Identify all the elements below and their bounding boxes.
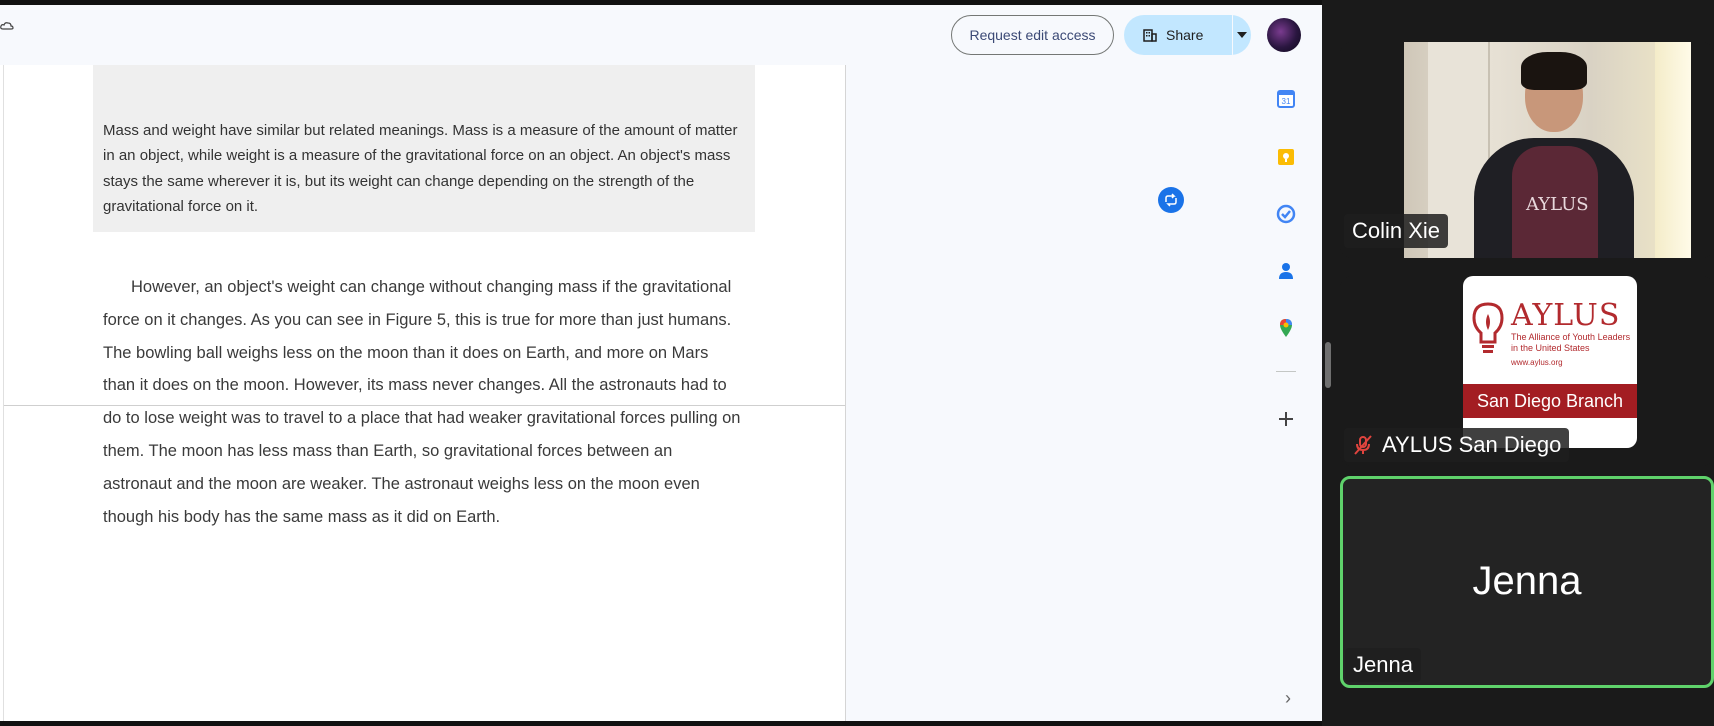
aylus-logo-url: www.aylus.org — [1511, 358, 1563, 367]
participant-tile-colin[interactable]: AYLUS Colin Xie — [1340, 42, 1714, 258]
shirt-print: AYLUS — [1526, 194, 1589, 215]
participant-name: Colin Xie — [1352, 218, 1441, 243]
calendar-icon[interactable]: 31 — [1274, 87, 1298, 111]
document-page: Mass and weight have similar but related… — [0, 65, 846, 721]
muted-mic-icon — [1354, 435, 1372, 455]
comment-glyph-icon — [1165, 193, 1177, 207]
comment-pane — [846, 65, 1260, 721]
maps-icon[interactable] — [1274, 316, 1298, 340]
share-label: Share — [1166, 27, 1204, 43]
request-edit-access-label: Request edit access — [969, 27, 1096, 43]
quote-text: Mass and weight have similar but related… — [103, 122, 738, 215]
participant-tile-aylus[interactable]: AYLUS The Alliance of Youth Leaders in t… — [1340, 276, 1714, 466]
video-person-hair — [1521, 52, 1587, 90]
cloud-status-icon — [0, 22, 14, 30]
shared-docs-window: Request edit access Share Mass and weigh… — [0, 0, 1322, 726]
profile-avatar[interactable] — [1267, 18, 1301, 52]
docs-topbar: Request edit access Share — [0, 5, 1322, 65]
tasks-icon[interactable] — [1274, 202, 1298, 226]
aylus-logo-tagline: The Alliance of Youth Leaders in the Uni… — [1511, 332, 1631, 353]
chevron-right-icon[interactable]: › — [1285, 688, 1291, 709]
aylus-branch-band: San Diego Branch — [1463, 384, 1637, 418]
side-panel: 31 — [1250, 65, 1322, 721]
caret-down-icon — [1237, 32, 1247, 38]
participant-name: AYLUS San Diego — [1382, 432, 1562, 457]
keep-icon[interactable] — [1274, 145, 1298, 169]
building-icon — [1143, 29, 1157, 42]
page-edge — [3, 65, 4, 721]
add-icon[interactable] — [1274, 407, 1298, 431]
aylus-logo: AYLUS The Alliance of Youth Leaders in t… — [1463, 276, 1637, 448]
aylus-logo-title: AYLUS — [1511, 298, 1621, 333]
share-button-group: Share — [1124, 15, 1251, 55]
side-panel-separator — [1276, 371, 1296, 372]
participant-name-tag: Jenna — [1345, 648, 1421, 682]
contacts-icon[interactable] — [1274, 259, 1298, 283]
share-button[interactable]: Share — [1124, 15, 1232, 55]
participant-tile-jenna[interactable]: Jenna Jenna — [1340, 476, 1714, 688]
participant-display-name: Jenna — [1472, 559, 1582, 603]
request-edit-access-button[interactable]: Request edit access — [951, 15, 1114, 55]
docs-viewport: Request edit access Share Mass and weigh… — [0, 5, 1322, 721]
participant-name-tag: AYLUS San Diego — [1344, 428, 1570, 462]
participant-name-tag: Colin Xie — [1344, 214, 1449, 248]
participant-name: Jenna — [1353, 652, 1413, 677]
share-dropdown-button[interactable] — [1233, 15, 1251, 55]
add-comment-icon[interactable] — [1158, 187, 1184, 213]
lightbulb-icon — [1472, 302, 1504, 353]
quote-block: Mass and weight have similar but related… — [93, 65, 755, 232]
video-window — [1655, 42, 1691, 258]
body-paragraph: However, an object's weight can change w… — [103, 278, 741, 526]
page-break-line — [4, 405, 845, 406]
svg-text:31: 31 — [1282, 97, 1291, 106]
video-gallery-panel: AYLUS Colin Xie AYLUS The Alliance of Yo… — [1322, 0, 1714, 726]
panel-resize-handle[interactable] — [1325, 342, 1331, 388]
